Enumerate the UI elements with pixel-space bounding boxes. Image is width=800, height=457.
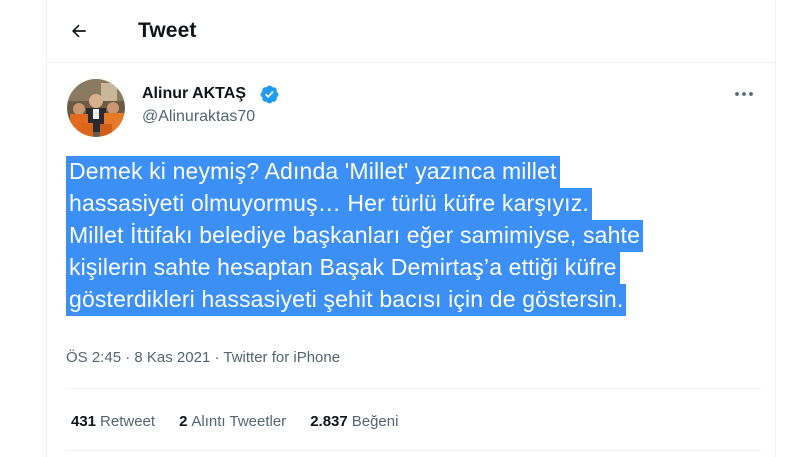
retweets-stat[interactable]: 431 Retweet bbox=[71, 413, 155, 430]
retweets-count: 431 bbox=[71, 413, 97, 430]
arrow-left-icon bbox=[71, 24, 86, 38]
avatar[interactable] bbox=[67, 79, 125, 137]
tweet-meta: ÖS 2:45 · 8 Kas 2021 · Twitter for iPhon… bbox=[66, 349, 340, 366]
tweet-text-line: kişilerin sahte hesaptan Başak Demirtaş’… bbox=[66, 252, 620, 284]
meta-separator: · bbox=[121, 349, 135, 366]
divider bbox=[66, 388, 761, 389]
likes-label: Beğeni bbox=[351, 413, 399, 430]
tweet-text-line: hassasiyeti olmuyormuş… Her türlü küfre … bbox=[66, 188, 592, 220]
ellipsis-icon bbox=[735, 92, 753, 96]
divider bbox=[66, 450, 761, 451]
author-name[interactable]: Alinur AKTAŞ bbox=[142, 85, 246, 103]
tweet-header: Tweet bbox=[47, 0, 775, 62]
header-divider bbox=[47, 62, 775, 63]
author-handle[interactable]: @Alinuraktas70 bbox=[142, 108, 255, 126]
back-button[interactable] bbox=[65, 17, 93, 45]
retweets-label: Retweet bbox=[100, 413, 156, 430]
tweet-text-line: Millet İttifakı belediye başkanları eğer… bbox=[66, 220, 644, 252]
quotes-count: 2 bbox=[179, 413, 188, 430]
page-title: Tweet bbox=[138, 19, 197, 42]
tweet-column: Tweet Alinur AKTAŞ @Alinuraktas70 Demek … bbox=[46, 0, 776, 457]
more-options-button[interactable] bbox=[729, 84, 759, 104]
tweet-text-line: Demek ki neymiş? Adında 'Millet' yazınca… bbox=[66, 156, 560, 188]
quotes-stat[interactable]: 2 Alıntı Tweetler bbox=[179, 413, 286, 430]
tweet-time[interactable]: ÖS 2:45 bbox=[66, 349, 121, 366]
tweet-text[interactable]: Demek ki neymiş? Adında 'Millet' yazınca… bbox=[66, 156, 766, 316]
quotes-label: Alıntı Tweetler bbox=[191, 413, 287, 430]
likes-count: 2.837 bbox=[310, 413, 348, 430]
tweet-stats: 431 Retweet 2 Alıntı Tweetler 2.837 Beğeni bbox=[71, 413, 422, 430]
tweet-date[interactable]: 8 Kas 2021 bbox=[134, 349, 210, 366]
verified-badge-icon bbox=[260, 85, 279, 104]
likes-stat[interactable]: 2.837 Beğeni bbox=[310, 413, 398, 430]
meta-separator: · bbox=[210, 349, 224, 366]
tweet-text-line: gösterdikleri hassasiyeti şehit bacısı i… bbox=[66, 284, 627, 316]
tweet-source[interactable]: Twitter for iPhone bbox=[223, 349, 340, 366]
